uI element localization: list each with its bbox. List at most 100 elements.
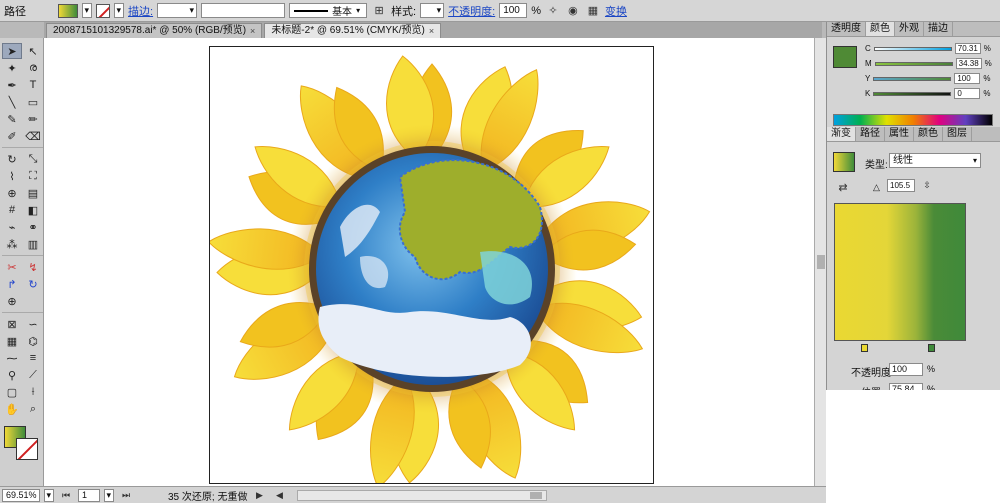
slider-track[interactable]	[873, 76, 952, 81]
envelope-icon[interactable]: ∽	[23, 316, 43, 332]
scroll-thumb[interactable]	[530, 491, 543, 499]
scissors-tool-icon[interactable]: ↻	[23, 276, 43, 292]
stroke-swatch[interactable]	[96, 3, 110, 18]
stroke-dropdown[interactable]: ▾	[114, 3, 124, 18]
stop-opacity-input[interactable]: 100	[889, 363, 923, 376]
gradient-panel-tab-3[interactable]: 颜色	[914, 127, 943, 141]
crosshair-tool-icon[interactable]: ⊕	[2, 293, 22, 309]
stroke-link[interactable]: 描边:	[128, 3, 153, 19]
brush-options-icon[interactable]: ⊞	[371, 3, 387, 19]
eyedropper-tool-icon[interactable]: ⌁	[2, 219, 22, 235]
eraser-tool-icon[interactable]: ⌫	[23, 128, 43, 144]
scroll-left-icon[interactable]: ◀	[271, 487, 287, 503]
rectangle-tool-icon[interactable]: ▭	[23, 94, 43, 110]
blob-brush-tool-icon[interactable]: ✐	[2, 128, 22, 144]
status-menu-arrow-icon[interactable]: ▶	[251, 487, 267, 503]
list-icon[interactable]: ≡	[23, 350, 43, 366]
gradient-panel-tab-1[interactable]: 路径	[856, 127, 885, 141]
opacity-link[interactable]: 不透明度:	[448, 3, 495, 19]
color-panel-tab-2[interactable]: 外观	[895, 22, 924, 36]
rotate-tool-icon[interactable]: ↻	[2, 151, 22, 167]
tab-document-2[interactable]: 未标题-2* @ 69.51% (CMYK/预览) ×	[264, 23, 442, 38]
magic-wand-tool-icon[interactable]: ✦	[2, 60, 22, 76]
channel-value[interactable]: 34.38	[955, 58, 982, 69]
symbol-sprayer-tool-icon[interactable]: ⁂	[2, 236, 22, 252]
color-panel-tab-0[interactable]: 透明度	[827, 22, 866, 36]
zoom-dropdown[interactable]: ▾	[44, 488, 54, 502]
next-artboard-icon[interactable]: ⏭	[118, 487, 134, 503]
selection-tool-icon[interactable]: ➤	[2, 43, 22, 59]
variable-width-field[interactable]	[201, 3, 286, 18]
opacity-input[interactable]: 100	[499, 3, 528, 18]
pen-tool-icon[interactable]: ✒	[2, 77, 22, 93]
stroke-weight-field[interactable]: ▾	[157, 3, 198, 18]
artboard[interactable]	[209, 46, 654, 484]
shape-builder-tool-icon[interactable]: ⊕	[2, 185, 22, 201]
gradient-swatch[interactable]	[833, 152, 855, 172]
slider-track[interactable]	[873, 46, 952, 51]
pencil-tool-icon[interactable]: ✏	[23, 111, 43, 127]
hand-curve-tool-icon[interactable]: ↱	[2, 276, 22, 292]
zoom-input[interactable]: 69.51%	[2, 488, 40, 502]
fill-dropdown[interactable]: ▾	[82, 3, 92, 18]
artboard-tool-icon[interactable]: ✂	[2, 259, 22, 275]
hand-tool-icon[interactable]: ✋	[2, 401, 22, 417]
free-transform-tool-icon[interactable]: ⛶	[23, 168, 43, 184]
gradient-panel-tab-0[interactable]: 渐变	[827, 127, 856, 141]
document-canvas[interactable]	[44, 38, 814, 486]
current-color-swatch[interactable]	[833, 46, 857, 68]
recolor-artwork-icon[interactable]: ✧	[545, 3, 561, 19]
slice-tool-icon[interactable]: ↯	[23, 259, 43, 275]
first-artboard-icon[interactable]: ⏮	[58, 487, 74, 503]
slider-track[interactable]	[874, 61, 953, 66]
stroke-profile-dropdown[interactable]: 基本 ▾	[289, 3, 368, 18]
scroll-thumb[interactable]	[817, 255, 825, 269]
color-panel-tab-3[interactable]: 描边	[924, 22, 953, 36]
horizontal-scrollbar[interactable]	[297, 489, 548, 501]
isolate-icon[interactable]: ◉	[565, 3, 581, 19]
stroke-box[interactable]	[16, 438, 38, 460]
reverse-gradient-icon[interactable]: ⇄	[835, 179, 851, 195]
gradient-tool-icon[interactable]: ◧	[23, 202, 43, 218]
channel-value[interactable]: 100	[954, 73, 981, 84]
color-spectrum[interactable]	[833, 114, 993, 126]
gradient-preview[interactable]	[834, 203, 966, 341]
close-icon[interactable]: ×	[429, 24, 434, 38]
slider-track[interactable]	[873, 91, 952, 96]
slider-k[interactable]: K 0 %	[865, 88, 990, 99]
artboard-icon[interactable]: ▢	[2, 384, 22, 400]
artboard-number-input[interactable]: 1	[78, 488, 100, 502]
angle-input[interactable]: 105.5	[887, 179, 915, 192]
graph-icon[interactable]: ▦	[2, 333, 22, 349]
knife-icon[interactable]: ⟊	[23, 384, 43, 400]
vertical-scrollbar[interactable]	[814, 38, 826, 486]
artboard-dropdown[interactable]: ▾	[104, 488, 114, 502]
measure-icon[interactable]: ⟋	[23, 367, 43, 383]
aspect-ratio-icon[interactable]: ⇳	[919, 177, 935, 193]
slider-c[interactable]: C 70.31 %	[865, 43, 991, 54]
channel-value[interactable]: 0	[954, 88, 981, 99]
gradient-stop-start[interactable]	[861, 344, 868, 352]
gradient-panel-tab-2[interactable]: 属性	[885, 127, 914, 141]
slider-m[interactable]: M 34.38 %	[865, 58, 992, 69]
fill-swatch[interactable]	[58, 3, 78, 18]
warp-tool-icon[interactable]: ⌇	[2, 168, 22, 184]
paintbrush-tool-icon[interactable]: ✎	[2, 111, 22, 127]
perspective-grid-tool-icon[interactable]: ▤	[23, 185, 43, 201]
tab-document-1[interactable]: 20087151013295​78.ai* @ 50% (RGB/预览) ×	[46, 23, 263, 38]
eyedrop-icon[interactable]: ⚲	[2, 367, 22, 383]
line-tool-icon[interactable]: ╲	[2, 94, 22, 110]
gradient-type-dropdown[interactable]: 线性 ▾	[889, 153, 981, 168]
transform-link[interactable]: 变换	[605, 3, 627, 19]
color-panel-tab-1[interactable]: 颜色	[866, 22, 895, 36]
close-icon[interactable]: ×	[250, 24, 255, 38]
slider-y[interactable]: Y 100 %	[865, 73, 990, 84]
align-icon[interactable]: ▦	[585, 3, 601, 19]
direct-selection-tool-icon[interactable]: ↖	[23, 43, 43, 59]
scale-tool-icon[interactable]: ⤡	[23, 151, 43, 167]
magic-icon[interactable]: ⌬	[23, 333, 43, 349]
blend-tool-icon[interactable]: ⚭	[23, 219, 43, 235]
fill-stroke-control[interactable]	[4, 426, 42, 464]
path-icon[interactable]: ⁓	[2, 350, 22, 366]
zoom-tool-icon[interactable]: ⌕	[23, 401, 43, 417]
